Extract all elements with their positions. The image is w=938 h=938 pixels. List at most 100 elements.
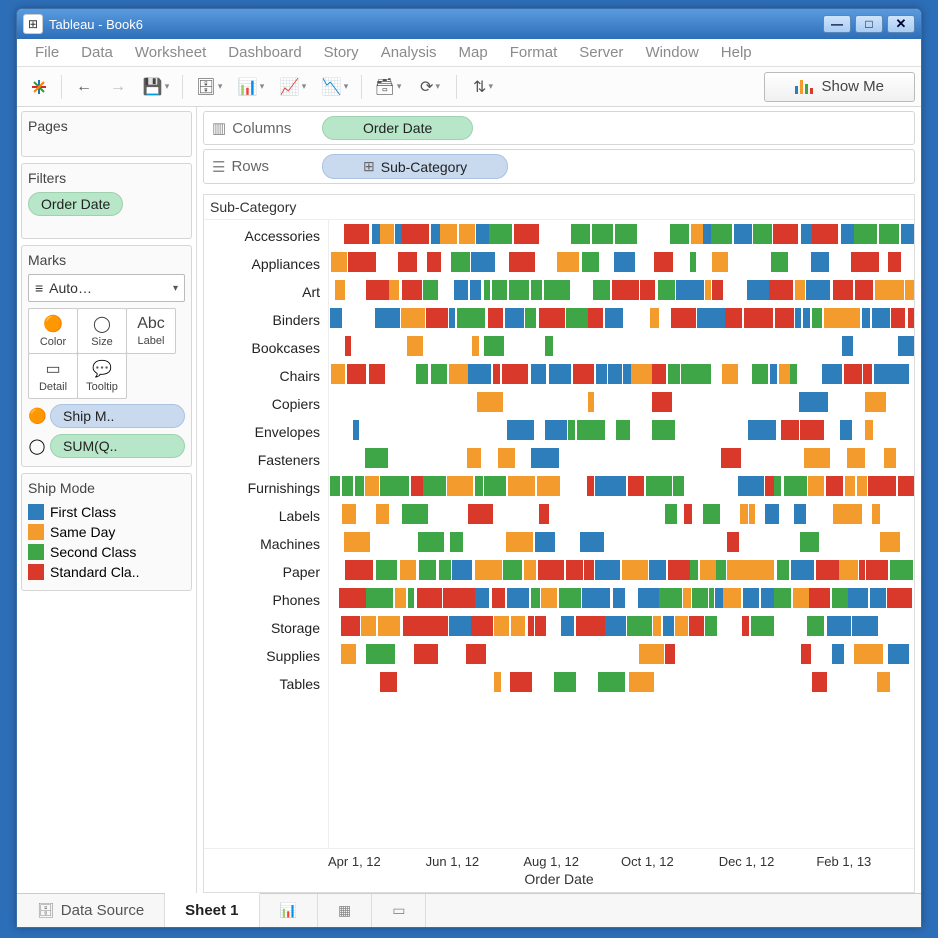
gantt-mark[interactable] — [531, 280, 543, 300]
gantt-mark[interactable] — [891, 308, 905, 328]
gantt-mark[interactable] — [905, 280, 914, 300]
gantt-mark[interactable] — [716, 560, 725, 580]
gantt-mark[interactable] — [705, 280, 711, 300]
gantt-mark[interactable] — [827, 616, 851, 636]
gantt-mark[interactable] — [652, 364, 666, 384]
gantt-mark[interactable] — [545, 420, 567, 440]
gantt-mark[interactable] — [584, 560, 594, 580]
gantt-mark[interactable] — [653, 616, 660, 636]
gantt-mark[interactable] — [812, 224, 838, 244]
gantt-mark[interactable] — [498, 448, 515, 468]
rows-shelf[interactable]: ☰Rows ⊞Sub-Category — [203, 149, 915, 184]
gantt-mark[interactable] — [335, 280, 345, 300]
new-worksheet-button[interactable]: 📊 — [260, 894, 318, 927]
gantt-mark[interactable] — [380, 672, 397, 692]
gantt-mark[interactable] — [554, 672, 577, 692]
gantt-mark[interactable] — [330, 476, 340, 496]
gantt-mark[interactable] — [640, 280, 656, 300]
gantt-mark[interactable] — [888, 644, 909, 664]
gantt-mark[interactable] — [727, 560, 749, 580]
gantt-mark[interactable] — [738, 476, 764, 496]
gantt-mark[interactable] — [400, 560, 416, 580]
gantt-mark[interactable] — [571, 224, 590, 244]
gantt-mark[interactable] — [531, 588, 540, 608]
gantt-mark[interactable] — [402, 224, 429, 244]
marks-pill-sum-quantity[interactable]: SUM(Q.. — [50, 434, 185, 458]
gantt-mark[interactable] — [365, 476, 379, 496]
gantt-mark[interactable] — [417, 588, 442, 608]
gantt-mark[interactable] — [482, 224, 489, 244]
gantt-mark[interactable] — [588, 308, 603, 328]
gantt-mark[interactable] — [419, 560, 437, 580]
maximize-button[interactable]: □ — [855, 15, 883, 33]
gantt-mark[interactable] — [812, 672, 826, 692]
legend-item[interactable]: Second Class — [28, 542, 185, 562]
gantt-mark[interactable] — [692, 588, 708, 608]
gantt-mark[interactable] — [593, 280, 610, 300]
gantt-mark[interactable] — [506, 532, 534, 552]
gantt-mark[interactable] — [344, 224, 369, 244]
gantt-mark[interactable] — [598, 672, 625, 692]
gantt-mark[interactable] — [868, 476, 896, 496]
menu-dashboard[interactable]: Dashboard — [218, 41, 311, 64]
gantt-mark[interactable] — [784, 476, 807, 496]
gantt-mark[interactable] — [709, 588, 715, 608]
gantt-mark[interactable] — [747, 280, 769, 300]
gantt-mark[interactable] — [654, 252, 673, 272]
gantt-mark[interactable] — [537, 476, 560, 496]
gantt-mark[interactable] — [443, 588, 454, 608]
gantt-mark[interactable] — [450, 532, 463, 552]
gantt-mark[interactable] — [494, 616, 509, 636]
gantt-mark[interactable] — [689, 616, 704, 636]
titlebar[interactable]: ⊞ Tableau - Book6 — □ ✕ — [17, 9, 921, 39]
gantt-mark[interactable] — [608, 364, 622, 384]
gantt-mark[interactable] — [725, 308, 742, 328]
new-dashboard-button[interactable]: ▦ — [318, 894, 372, 927]
gantt-mark[interactable] — [705, 616, 718, 636]
gantt-mark[interactable] — [507, 420, 535, 440]
close-button[interactable]: ✕ — [887, 15, 915, 33]
gantt-mark[interactable] — [712, 252, 728, 272]
gantt-mark[interactable] — [402, 504, 428, 524]
gantt-mark[interactable] — [712, 280, 723, 300]
gantt-mark[interactable] — [587, 476, 595, 496]
gantt-mark[interactable] — [426, 308, 448, 328]
gantt-mark[interactable] — [857, 476, 867, 496]
filters-shelf[interactable]: Filters Order Date — [21, 163, 192, 239]
gantt-mark[interactable] — [484, 476, 506, 496]
gantt-mark[interactable] — [774, 476, 781, 496]
gantt-mark[interactable] — [623, 364, 631, 384]
gantt-mark[interactable] — [870, 588, 885, 608]
gantt-mark[interactable] — [488, 308, 503, 328]
marks-label[interactable]: AbcLabel — [126, 308, 176, 354]
gantt-mark[interactable] — [616, 420, 630, 440]
gantt-mark[interactable] — [748, 420, 776, 440]
gantt-mark[interactable] — [658, 280, 675, 300]
gantt-mark[interactable] — [773, 224, 798, 244]
show-me-button[interactable]: Show Me — [764, 72, 915, 102]
gantt-mark[interactable] — [804, 448, 830, 468]
legend-item[interactable]: Same Day — [28, 522, 185, 542]
gantt-mark[interactable] — [431, 224, 439, 244]
gantt-mark[interactable] — [675, 616, 688, 636]
gantt-mark[interactable] — [531, 364, 546, 384]
gantt-mark[interactable] — [639, 644, 663, 664]
gantt-mark[interactable] — [605, 308, 623, 328]
gantt-mark[interactable] — [509, 252, 536, 272]
refresh-icon[interactable]: ⟳ — [410, 72, 450, 102]
gantt-mark[interactable] — [740, 504, 747, 524]
gantt-mark[interactable] — [866, 560, 888, 580]
gantt-mark[interactable] — [539, 504, 549, 524]
gantt-mark[interactable] — [898, 476, 914, 496]
gantt-mark[interactable] — [799, 392, 827, 412]
gantt-mark[interactable] — [330, 308, 342, 328]
gantt-mark[interactable] — [859, 560, 865, 580]
gantt-mark[interactable] — [427, 252, 440, 272]
gantt-mark[interactable] — [872, 308, 890, 328]
gantt-mark[interactable] — [477, 392, 503, 412]
gantt-mark[interactable] — [775, 308, 793, 328]
gantt-mark[interactable] — [342, 476, 353, 496]
gantt-mark[interactable] — [800, 532, 819, 552]
gantt-mark[interactable] — [646, 476, 673, 496]
gantt-mark[interactable] — [475, 560, 502, 580]
